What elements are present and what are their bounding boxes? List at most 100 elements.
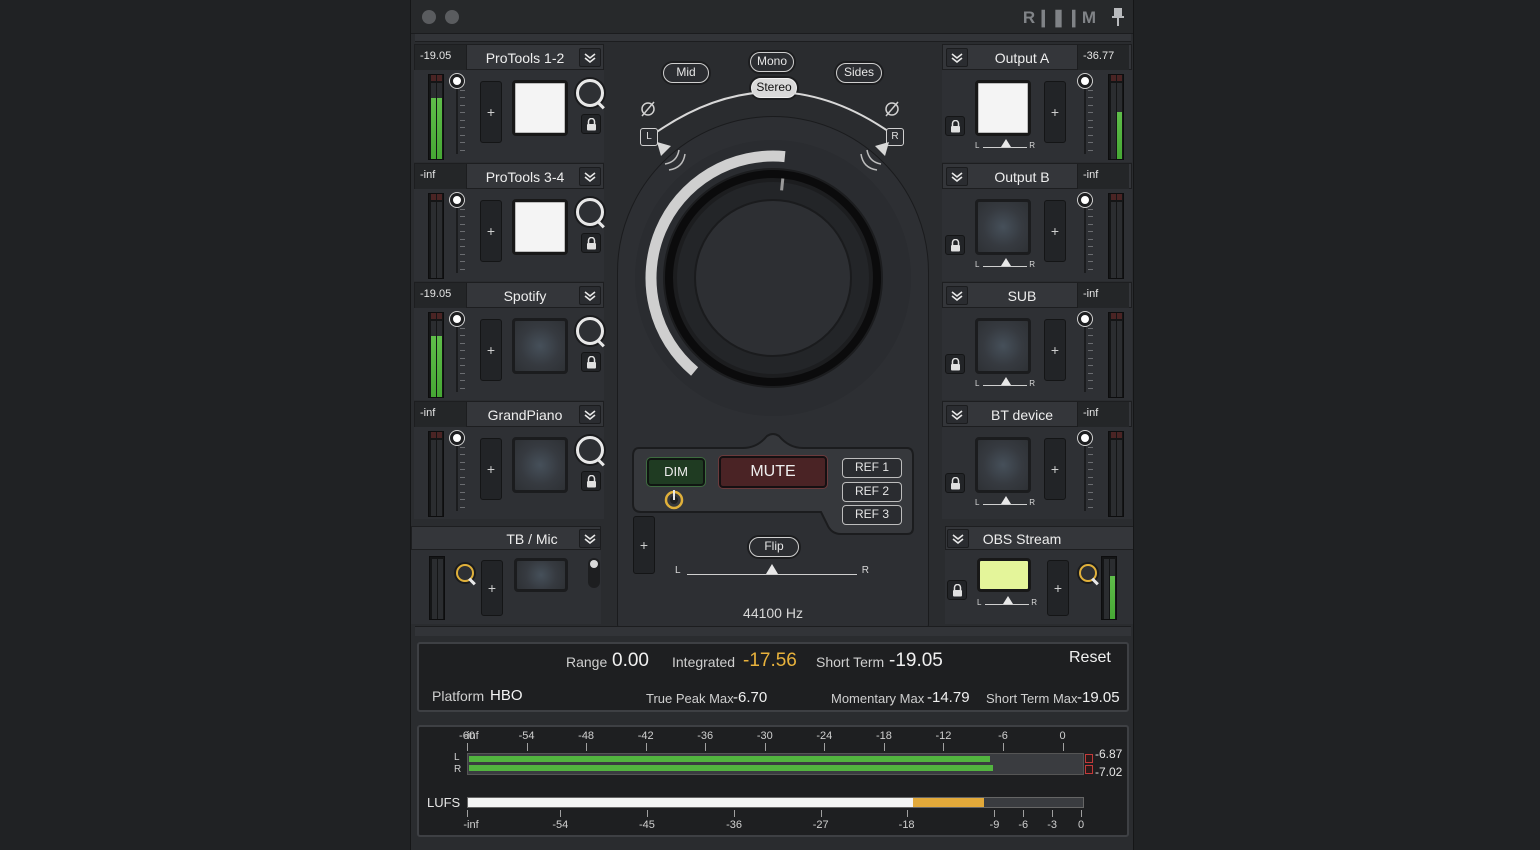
channel-balance[interactable]: LR <box>975 377 1035 389</box>
phase-invert-right-icon[interactable] <box>883 100 901 118</box>
right-ch-2-fader[interactable] <box>1078 312 1096 394</box>
channel-body: + <box>414 70 604 162</box>
left-ch-3-fader[interactable] <box>450 431 468 513</box>
channel-plus-button[interactable]: + <box>1044 200 1066 262</box>
balance-handle[interactable] <box>766 564 778 574</box>
chevron-down-icon <box>584 52 596 63</box>
channel-level-value: -inf <box>1077 164 1129 190</box>
left-ch-2-fader-handle[interactable] <box>450 312 464 326</box>
balance-slider[interactable]: L R <box>675 563 869 577</box>
channel-plus-button[interactable]: + <box>480 438 502 500</box>
input-channel: -19.05 ProTools 1-2 + <box>414 44 604 162</box>
talkback-pad[interactable] <box>514 558 568 592</box>
channel-dropdown-button[interactable] <box>579 286 601 305</box>
channel-lock-button[interactable] <box>945 235 965 255</box>
talkback-toggle[interactable] <box>588 558 600 588</box>
ref-3-button[interactable]: REF 3 <box>842 505 902 525</box>
channel-plus-button[interactable]: + <box>480 200 502 262</box>
channel-select-pad[interactable] <box>512 318 568 374</box>
channel-gain-icon[interactable] <box>576 436 604 464</box>
platform-value[interactable]: HBO <box>490 687 523 704</box>
channel-select-pad[interactable] <box>975 437 1031 493</box>
range-value: 0.00 <box>612 650 649 671</box>
channel-header: Output B -inf <box>942 163 1132 190</box>
right-ch-0-fader[interactable] <box>1078 74 1096 156</box>
talkback-gain-icon[interactable] <box>456 564 474 582</box>
center-plus-button[interactable]: + <box>633 516 655 574</box>
dim-button[interactable]: DIM <box>647 458 705 486</box>
ref-1-button[interactable]: REF 1 <box>842 458 902 478</box>
channel-balance[interactable]: LR <box>975 139 1035 151</box>
channel-lock-button[interactable] <box>945 473 965 493</box>
channel-plus-button[interactable]: + <box>1044 319 1066 381</box>
flip-button[interactable]: Flip <box>749 537 799 557</box>
left-ch-0-fader[interactable] <box>450 74 468 156</box>
loudness-panel: Range 0.00 Integrated -17.56 Short Term … <box>417 642 1129 712</box>
right-ch-0-fader-handle[interactable] <box>1078 74 1092 88</box>
channel-gain-icon[interactable] <box>576 317 604 345</box>
left-ch-1-fader-handle[interactable] <box>450 193 464 207</box>
left-ch-3-fader-handle[interactable] <box>450 431 464 445</box>
talkback-dropdown-button[interactable] <box>579 529 601 548</box>
channel-balance[interactable]: LR <box>975 496 1035 508</box>
left-ch-0-fader-handle[interactable] <box>450 74 464 88</box>
channel-lock-button[interactable] <box>945 116 965 136</box>
channel-dropdown-button[interactable] <box>946 167 968 186</box>
channel-lock-button[interactable] <box>581 352 601 372</box>
channel-select-pad[interactable] <box>512 80 568 136</box>
peak-meter-track <box>467 753 1084 775</box>
channel-gain-icon[interactable] <box>576 198 604 226</box>
volume-knob[interactable] <box>631 136 915 420</box>
phase-invert-left-icon[interactable] <box>639 100 657 118</box>
clip-l-indicator[interactable] <box>1085 754 1093 763</box>
obs-pad[interactable] <box>977 558 1031 592</box>
mute-button[interactable]: MUTE <box>719 456 827 488</box>
channel-level-value: -inf <box>1077 402 1129 428</box>
top-strip <box>415 34 1131 42</box>
channel-dropdown-button[interactable] <box>946 405 968 424</box>
right-ch-3-fader[interactable] <box>1078 431 1096 513</box>
channel-dropdown-button[interactable] <box>946 286 968 305</box>
channel-select-pad[interactable] <box>975 80 1031 136</box>
mode-mono-button[interactable]: Mono <box>750 52 794 72</box>
channel-gain-icon[interactable] <box>576 79 604 107</box>
obs-gain-icon[interactable] <box>1079 564 1097 582</box>
channel-lock-button[interactable] <box>581 471 601 491</box>
left-ch-2-fader[interactable] <box>450 312 468 394</box>
minimize-window-button[interactable] <box>445 10 459 24</box>
obs-balance[interactable]: LR <box>977 596 1037 608</box>
channel-plus-button[interactable]: + <box>480 81 502 143</box>
dim-level-icon[interactable] <box>662 488 686 512</box>
channel-plus-button[interactable]: + <box>1044 81 1066 143</box>
channel-plus-button[interactable]: + <box>1044 438 1066 500</box>
right-ch-1-fader-handle[interactable] <box>1078 193 1092 207</box>
channel-lock-button[interactable] <box>581 233 601 253</box>
obs-plus-button[interactable]: + <box>1047 560 1069 616</box>
reset-button[interactable]: Reset <box>1069 649 1111 667</box>
obs-lock-button[interactable] <box>947 580 967 600</box>
clip-r-indicator[interactable] <box>1085 765 1093 774</box>
left-ch-1-fader[interactable] <box>450 193 468 275</box>
lock-icon <box>951 120 960 133</box>
channel-select-pad[interactable] <box>975 199 1031 255</box>
channel-select-pad[interactable] <box>512 437 568 493</box>
channel-lock-button[interactable] <box>581 114 601 134</box>
channel-lock-button[interactable] <box>945 354 965 374</box>
obs-dropdown-button[interactable] <box>947 529 969 548</box>
right-ch-3-fader-handle[interactable] <box>1078 431 1092 445</box>
channel-dropdown-button[interactable] <box>579 405 601 424</box>
close-window-button[interactable] <box>422 10 436 24</box>
talkback-plus-button[interactable]: + <box>481 560 503 616</box>
channel-dropdown-button[interactable] <box>579 48 601 67</box>
channel-balance[interactable]: LR <box>975 258 1035 270</box>
channel-select-pad[interactable] <box>512 199 568 255</box>
channel-dropdown-button[interactable] <box>946 48 968 67</box>
chevron-down-icon <box>951 171 963 182</box>
ref-2-button[interactable]: REF 2 <box>842 481 902 502</box>
right-ch-2-fader-handle[interactable] <box>1078 312 1092 326</box>
channel-select-pad[interactable] <box>975 318 1031 374</box>
pin-icon[interactable] <box>1111 7 1125 27</box>
right-ch-1-fader[interactable] <box>1078 193 1096 275</box>
channel-plus-button[interactable]: + <box>480 319 502 381</box>
channel-dropdown-button[interactable] <box>579 167 601 186</box>
